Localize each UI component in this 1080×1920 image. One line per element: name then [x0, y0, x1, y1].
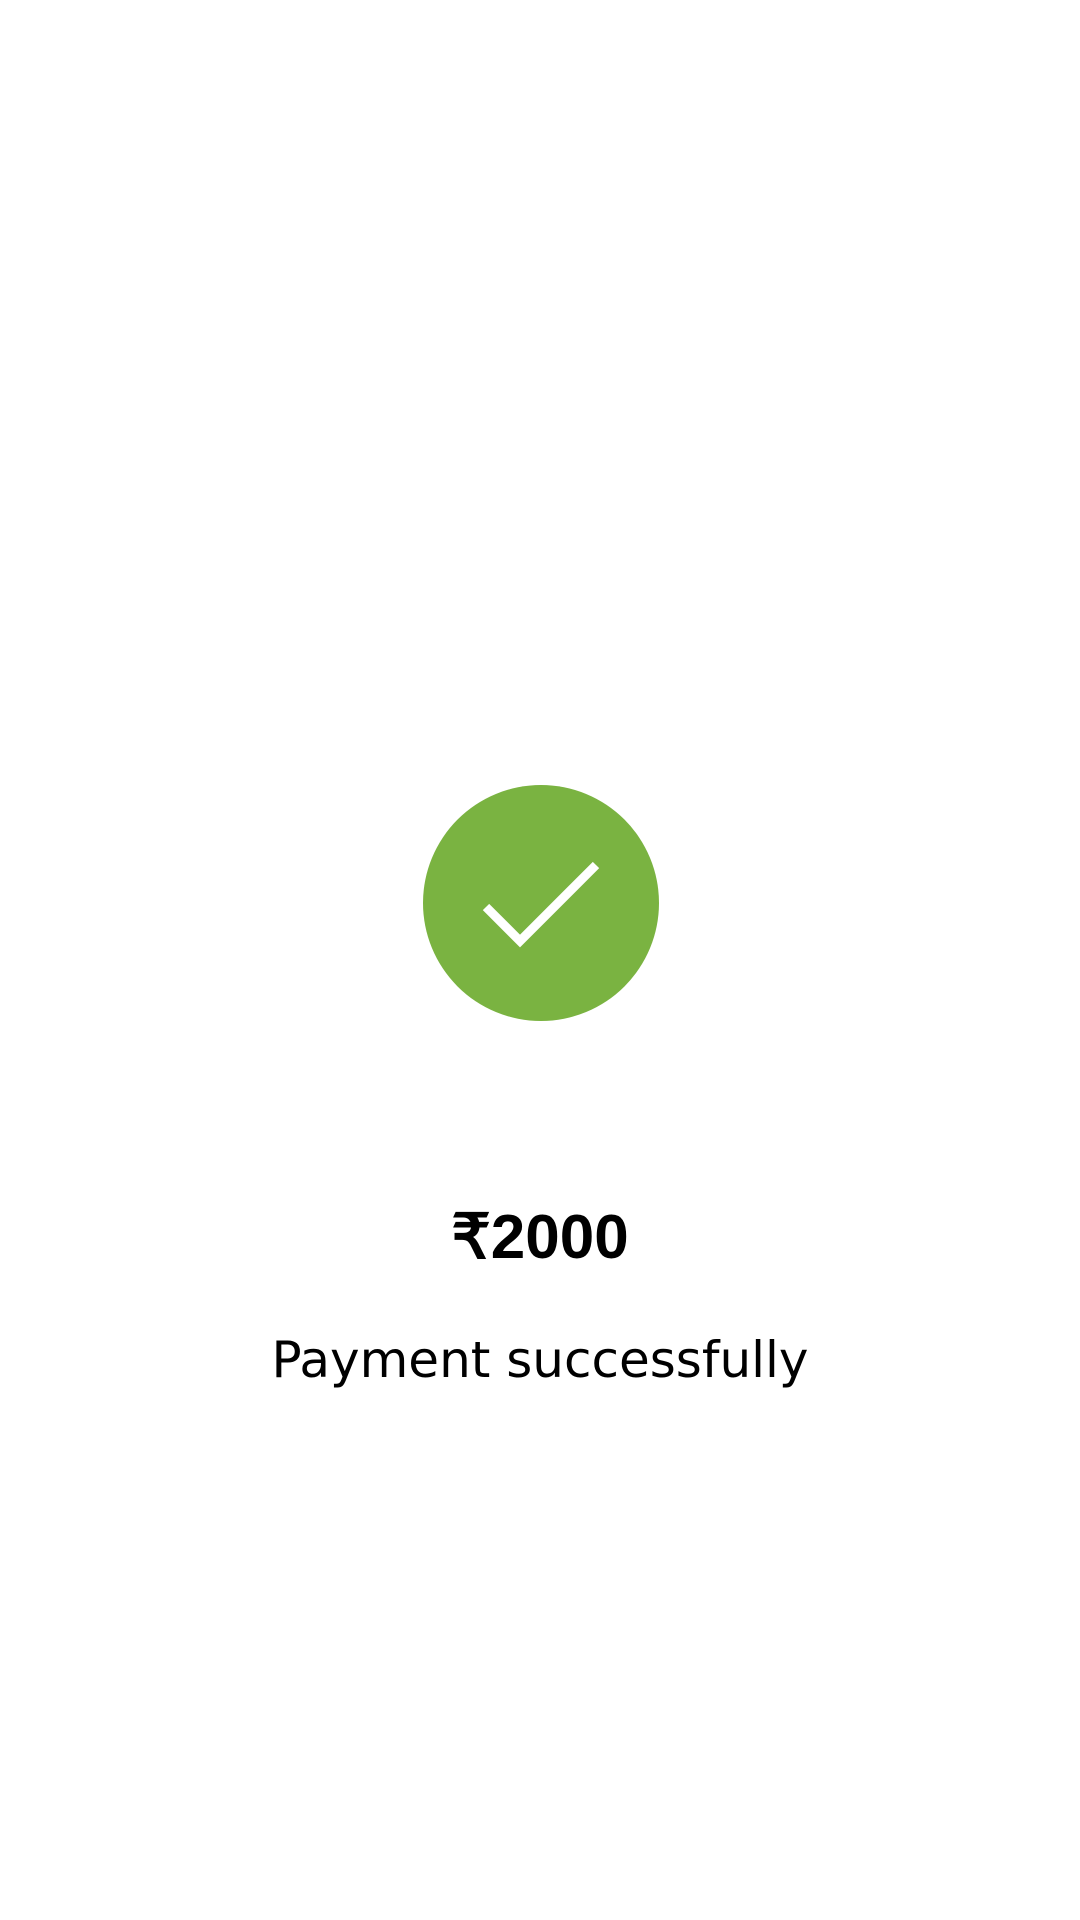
success-check-icon [423, 785, 659, 1021]
payment-amount: ₹2000 [451, 1203, 629, 1272]
payment-status-message: Payment successfully [271, 1331, 809, 1389]
payment-success-screen: ₹2000 Payment successfully [0, 0, 1080, 1920]
checkmark-icon [482, 861, 600, 948]
